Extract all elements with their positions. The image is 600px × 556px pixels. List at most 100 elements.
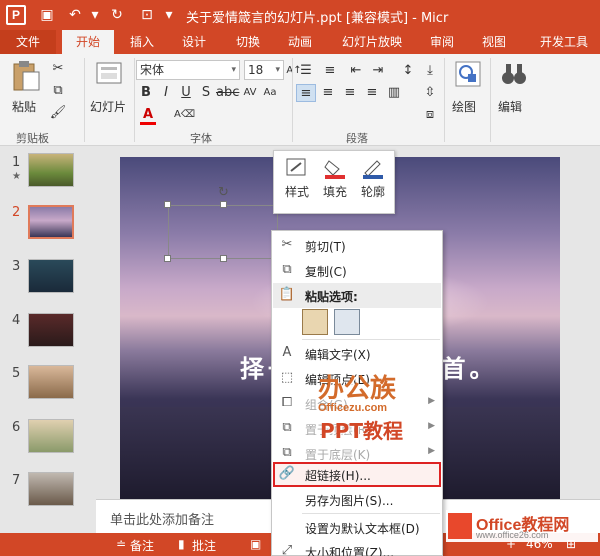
tab-transitions[interactable]: 切换	[226, 30, 270, 54]
paste-icon	[13, 61, 40, 91]
tab-slideshow[interactable]: 幻灯片放映	[334, 30, 410, 54]
bullets-icon[interactable]: ☰	[296, 62, 316, 80]
slide-thumbnail[interactable]	[28, 365, 74, 399]
shadow-icon[interactable]: S	[196, 84, 216, 102]
tab-insert[interactable]: 插入	[120, 30, 164, 54]
menu-item-hyperlink[interactable]: 🔗 超链接(H)...	[273, 462, 441, 487]
editing-button[interactable]: 编辑	[494, 60, 534, 120]
tab-home[interactable]: 开始	[62, 30, 114, 54]
increase-indent-icon[interactable]: ⇥	[368, 62, 388, 80]
tab-design[interactable]: 设计	[172, 30, 216, 54]
line-spacing-icon[interactable]: ↕	[398, 62, 418, 80]
ribbon-tabs: 文件 开始 插入 设计 切换 动画 幻灯片放映 审阅 视图 开发工具	[0, 30, 600, 54]
slide-thumbnail[interactable]	[28, 313, 74, 347]
italic-icon[interactable]: I	[156, 84, 176, 102]
underline-icon[interactable]: U	[176, 84, 196, 102]
comments-icon[interactable]: ▮	[178, 537, 185, 551]
numbering-icon[interactable]: ≡	[320, 62, 340, 80]
align-left-icon[interactable]: ≡	[296, 84, 316, 102]
notes-toggle-icon[interactable]: ≐	[116, 537, 126, 551]
menu-item-set-default-textbox[interactable]: 设置为默认文本框(D)	[273, 515, 441, 540]
slide-number: 1	[12, 155, 21, 170]
shapes-icon	[455, 61, 481, 87]
undo-icon[interactable]: ↶	[66, 6, 84, 24]
undo-dropdown-icon[interactable]: ▾	[86, 6, 104, 24]
edit-points-icon: ⬚	[280, 370, 294, 385]
smartart-icon[interactable]: ⧈	[420, 106, 440, 124]
shape-fill-button[interactable]: 填充	[316, 157, 354, 209]
notes-toggle[interactable]: 备注	[130, 537, 154, 554]
save-icon[interactable]: ▣	[38, 6, 56, 24]
strikethrough-icon[interactable]: abc	[216, 84, 239, 102]
text-direction-icon[interactable]: ⤓	[420, 62, 440, 80]
binoculars-icon	[502, 64, 526, 84]
notes-placeholder: 单击此处添加备注	[110, 513, 215, 528]
shape-outline-button[interactable]: 轮廓	[354, 157, 392, 209]
character-spacing-icon[interactable]: AV	[240, 84, 260, 102]
tab-developer[interactable]: 开发工具	[528, 30, 600, 54]
tab-file[interactable]: 文件	[0, 30, 56, 54]
selected-textbox[interactable]	[168, 205, 278, 259]
send-back-icon: ⧉	[282, 445, 292, 460]
hyperlink-icon: 🔗	[278, 466, 296, 481]
slide-number: 6	[12, 420, 21, 435]
justify-icon[interactable]: ≡	[362, 84, 382, 102]
menu-item-cut[interactable]: ✂ 剪切(T)	[273, 233, 441, 258]
menu-item-save-as-picture[interactable]: 另存为图片(S)...	[273, 487, 441, 512]
paste-as-picture-icon[interactable]	[334, 309, 360, 335]
redo-icon[interactable]: ↻	[108, 6, 126, 24]
submenu-arrow-icon: ▶	[428, 421, 435, 431]
clear-formatting-icon[interactable]: A⌫	[174, 106, 195, 124]
menu-item-copy[interactable]: ⧉ 复制(C)	[273, 258, 441, 283]
fill-bucket-icon	[324, 160, 345, 179]
resize-handle[interactable]	[164, 201, 171, 208]
distribute-icon[interactable]: ▥	[384, 84, 404, 102]
tab-animations[interactable]: 动画	[278, 30, 322, 54]
align-text-icon[interactable]: ⇳	[420, 84, 440, 102]
customize-toolbar-icon[interactable]: ▾	[160, 6, 178, 24]
slide-thumbnail[interactable]	[28, 472, 74, 506]
cut-icon[interactable]: ✂	[48, 60, 68, 78]
font-color-bar	[140, 122, 156, 125]
drawing-button[interactable]: 绘图	[448, 60, 488, 120]
rotate-handle-icon[interactable]: ↻	[218, 185, 229, 200]
paste-button[interactable]: 粘贴	[10, 60, 42, 120]
scissors-icon: ✂	[281, 237, 293, 252]
slides-button[interactable]: 幻灯片	[88, 60, 132, 120]
slide-thumbnail[interactable]	[28, 205, 74, 239]
slide-thumbnail[interactable]	[28, 419, 74, 453]
slide-thumbnail[interactable]	[28, 153, 74, 187]
align-center-icon[interactable]: ≡	[318, 84, 338, 102]
watermark-office-logo: Office教程网 www.office26.com	[446, 510, 598, 542]
resize-handle[interactable]	[220, 255, 227, 262]
font-size-select[interactable]: 18 ▾	[244, 60, 284, 80]
submenu-arrow-icon: ▶	[428, 396, 435, 406]
paste-keep-format-icon[interactable]	[302, 309, 328, 335]
tab-review[interactable]: 审阅	[420, 30, 464, 54]
menu-item-edit-text[interactable]: A 编辑文字(X)	[273, 341, 441, 366]
font-name-select[interactable]: 宋体 ▾	[136, 60, 240, 80]
copy-icon[interactable]: ⧉	[48, 82, 68, 100]
resize-handle[interactable]	[164, 255, 171, 262]
tab-view[interactable]: 视图	[472, 30, 516, 54]
size-position-icon: ⤢	[281, 543, 293, 556]
menu-item-size-position[interactable]: ⤢ 大小和位置(Z)...	[273, 539, 441, 556]
drawing-label: 绘图	[452, 100, 477, 114]
clipboard-icon: 📋	[278, 287, 296, 302]
format-painter-icon[interactable]: 🖌	[48, 104, 68, 122]
bold-icon[interactable]: B	[136, 84, 156, 102]
normal-view-icon[interactable]: ▣	[250, 537, 261, 551]
comments-toggle[interactable]: 批注	[192, 537, 216, 554]
watermark-ppt-tutorial: PPT教程	[320, 419, 403, 443]
shape-style-button[interactable]: 样式	[278, 157, 316, 209]
start-slideshow-icon[interactable]: ⊡	[138, 6, 156, 24]
change-case-icon[interactable]: Aa	[260, 84, 280, 102]
resize-handle[interactable]	[220, 201, 227, 208]
slide-number: 3	[12, 259, 21, 274]
decrease-indent-icon[interactable]: ⇤	[346, 62, 366, 80]
paste-label: 粘贴	[12, 100, 37, 114]
menu-paste-options-header: 📋 粘贴选项:	[273, 283, 441, 308]
slide-thumbnail[interactable]	[28, 259, 74, 293]
copy-icon: ⧉	[282, 262, 292, 277]
align-right-icon[interactable]: ≡	[340, 84, 360, 102]
